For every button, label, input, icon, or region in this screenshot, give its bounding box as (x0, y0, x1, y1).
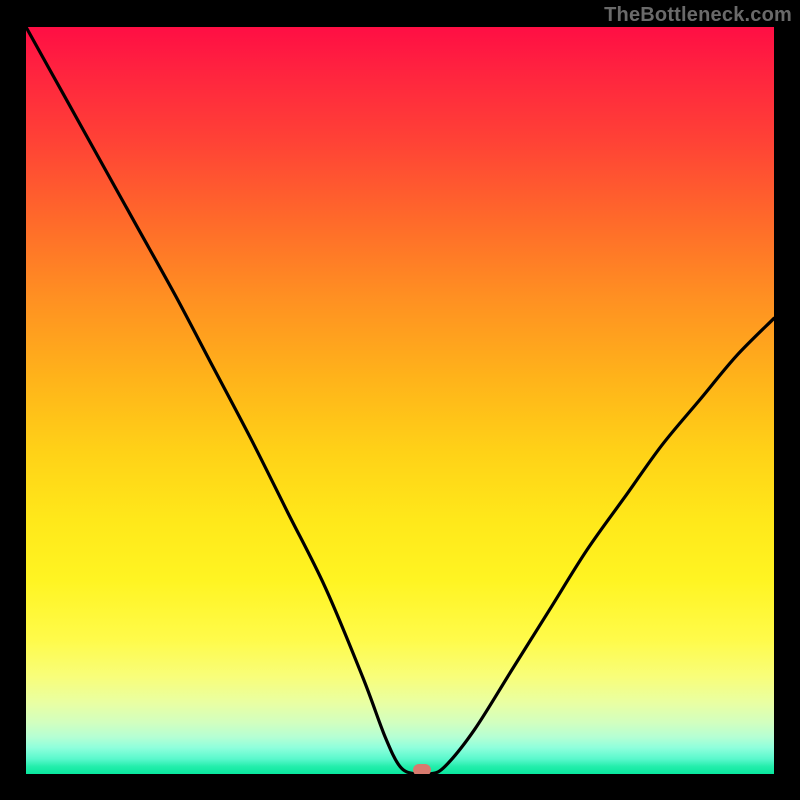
chart-frame: TheBottleneck.com (0, 0, 800, 800)
plot-area (26, 27, 774, 774)
curve-path (26, 27, 774, 774)
optimum-marker (413, 764, 431, 774)
bottleneck-curve (26, 27, 774, 774)
attribution-text: TheBottleneck.com (604, 4, 792, 27)
